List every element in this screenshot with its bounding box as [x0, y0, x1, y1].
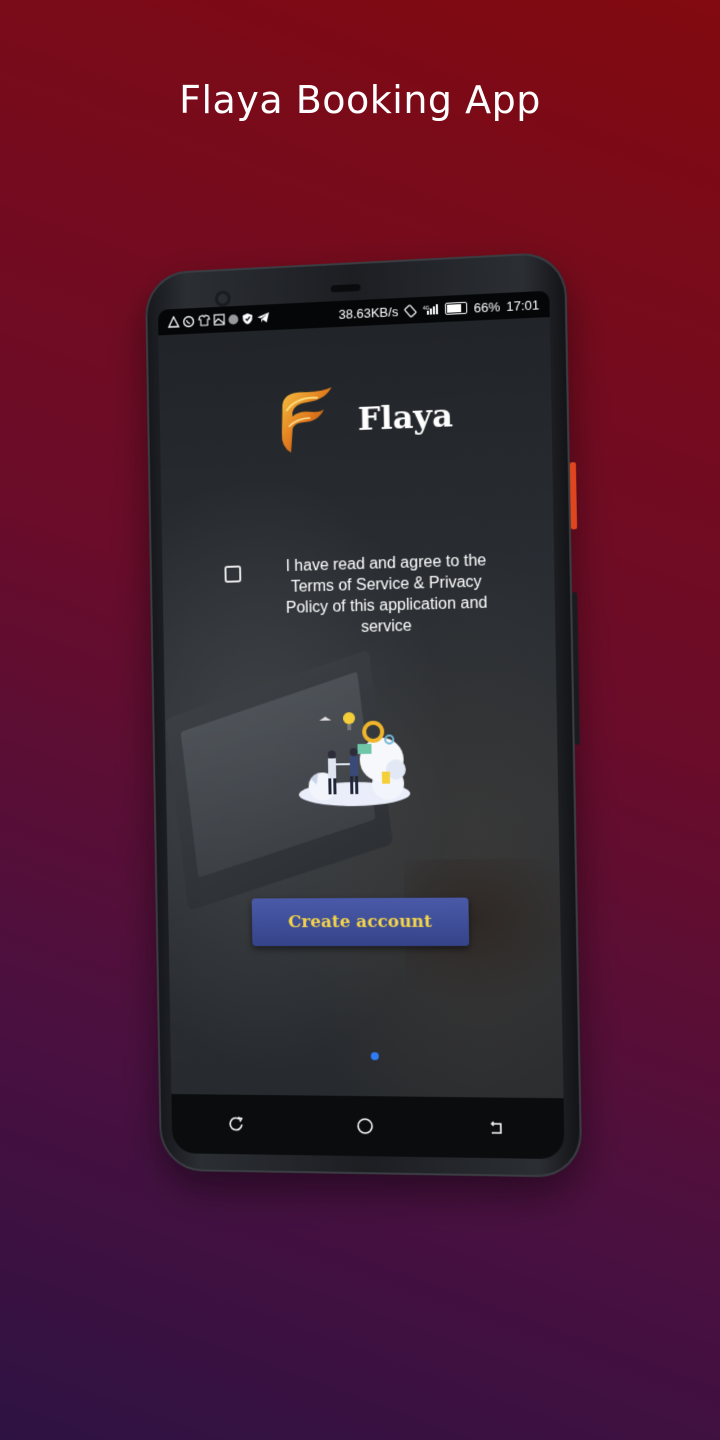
volume-button [572, 592, 580, 745]
status-system-info: 38.63KB/s 4G 66% 17:01 [338, 297, 539, 322]
battery-percent: 66% [473, 298, 501, 316]
dot-icon [228, 313, 239, 325]
whatsapp-icon [182, 314, 195, 327]
terms-consent-text: I have read and agree to the Terms of Se… [285, 552, 488, 636]
team-illustration [298, 712, 411, 807]
back-icon [488, 1119, 507, 1137]
flaya-logo-icon [281, 387, 333, 453]
system-navigation-bar [171, 1094, 565, 1160]
app-screen: 38.63KB/s 4G 66% 17:01 Flaya I have read… [157, 290, 565, 1160]
warning-icon [168, 316, 180, 328]
shield-icon [242, 312, 254, 325]
status-notification-icons [168, 311, 270, 329]
home-button[interactable] [345, 1106, 386, 1147]
front-camera [214, 290, 231, 308]
image-icon [213, 313, 225, 325]
promo-title: Flaya Booking App [179, 78, 541, 122]
pagination-dot-active [370, 1052, 379, 1061]
rotate-icon [404, 304, 417, 318]
back-button[interactable] [476, 1107, 517, 1148]
earpiece-speaker [330, 283, 361, 293]
network-speed: 38.63KB/s [338, 303, 399, 322]
clock: 17:01 [506, 296, 540, 314]
svg-text:4G: 4G [423, 306, 430, 312]
power-button [569, 462, 578, 530]
home-icon [357, 1117, 373, 1134]
brand-header: Flaya [274, 380, 453, 457]
recent-apps-icon [227, 1115, 245, 1133]
shirt-icon [198, 314, 211, 326]
create-account-button[interactable]: Create account [251, 897, 470, 947]
telegram-icon [257, 312, 270, 323]
brand-name: Flaya [357, 396, 454, 439]
battery-icon [445, 301, 468, 315]
phone-mockup: 38.63KB/s 4G 66% 17:01 Flaya I have read… [144, 251, 583, 1178]
terms-checkbox[interactable] [224, 565, 242, 583]
recent-apps-button[interactable] [216, 1104, 256, 1144]
signal-icon: 4G [423, 304, 439, 315]
